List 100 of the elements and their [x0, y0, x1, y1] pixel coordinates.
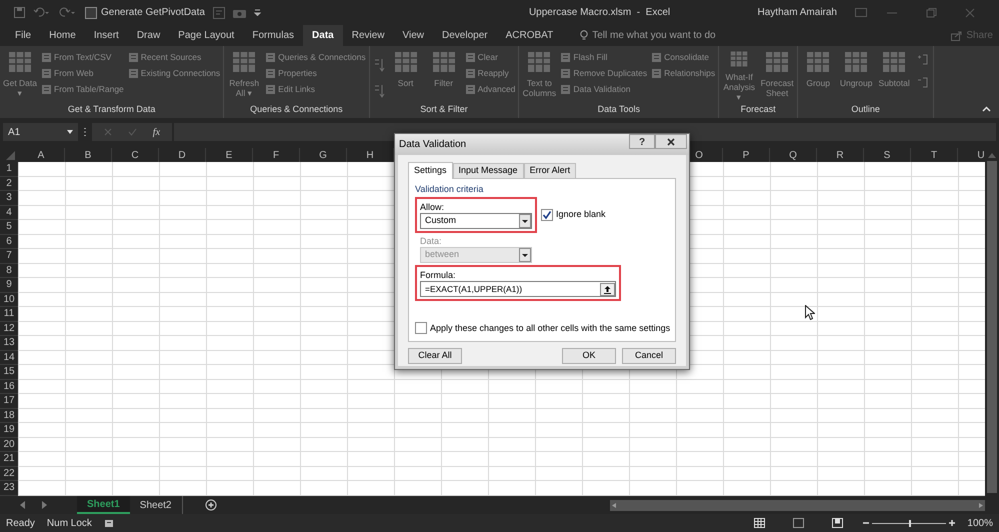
save-icon[interactable]	[14, 7, 25, 18]
ribbon-tab[interactable]: Formulas	[243, 25, 304, 46]
ribbon-button[interactable]: Properties	[265, 67, 366, 79]
ribbon-button[interactable]: Relationships	[651, 67, 716, 79]
ribbon-button[interactable]: Get Data ▾	[1, 46, 39, 102]
ribbon-button[interactable]: Ungroup	[837, 46, 876, 102]
dialog-tab[interactable]: Settings	[408, 162, 453, 179]
ribbon-tab[interactable]: Home	[40, 25, 85, 46]
close-icon	[667, 138, 675, 146]
ribbon-button[interactable]: From Text/CSV	[41, 51, 124, 63]
lightbulb-icon	[580, 30, 588, 41]
table-icon	[526, 50, 552, 74]
ribbon-button[interactable]: Reapply	[464, 67, 516, 79]
ribbon-button[interactable]: Edit Links	[265, 83, 366, 95]
show-detail-icon[interactable]	[917, 54, 928, 65]
page-layout-icon[interactable]	[793, 518, 804, 528]
field-label: Formula:	[420, 269, 457, 281]
dialog-button[interactable]: OK	[562, 348, 616, 364]
ribbon-button[interactable]: Clear	[464, 51, 516, 63]
scroll-right-icon	[979, 502, 983, 508]
checkbox[interactable]	[541, 209, 553, 221]
ribbon-tab[interactable]: ACROBAT	[496, 25, 562, 46]
ribbon-button[interactable]: Flash Fill	[560, 51, 648, 63]
ribbon-button[interactable]: Remove Duplicates	[560, 67, 648, 79]
close-button[interactable]	[655, 134, 687, 149]
ribbon-button[interactable]: Filter	[424, 46, 463, 102]
hide-detail-icon[interactable]	[917, 77, 928, 88]
ribbon-button[interactable]: Consolidate	[651, 51, 716, 63]
ribbon-button[interactable]: Subtotal	[875, 46, 914, 102]
group-label: Get & Transform Data	[66, 103, 156, 116]
group-label: Outline	[850, 103, 881, 116]
zoom-in-icon[interactable]	[949, 520, 956, 526]
ribbon-tab[interactable]: Developer	[433, 25, 497, 46]
dialog-button[interactable]: Clear All	[408, 348, 462, 364]
zoom-slider[interactable]	[872, 520, 946, 526]
checkbox[interactable]	[415, 322, 427, 334]
table-icon	[231, 50, 258, 74]
add-sheet-icon[interactable]	[204, 499, 216, 511]
name-box[interactable]: A1	[3, 123, 78, 141]
redo-icon[interactable]	[59, 7, 77, 18]
sort-descending-icon[interactable]	[372, 84, 385, 98]
customize-icon[interactable]	[254, 9, 261, 16]
dialog-tab[interactable]: Error Alert	[524, 163, 576, 178]
scroll-up-icon[interactable]	[988, 152, 996, 158]
ribbon-button[interactable]: Advanced	[464, 83, 516, 95]
ribbon-button[interactable]: Text to Columns	[520, 46, 558, 102]
zoom-out-icon[interactable]	[863, 520, 870, 526]
ribbon-button[interactable]: Refresh All ▾	[225, 46, 264, 102]
collapse-icon[interactable]	[600, 282, 615, 296]
ribbon-tab[interactable]: View	[394, 25, 434, 46]
vertical-scrollbar[interactable]	[987, 161, 997, 493]
dialog-tab[interactable]: Input Message	[452, 163, 524, 178]
document-icon	[560, 52, 572, 62]
ribbon-tab[interactable]: Insert	[84, 25, 128, 46]
ribbon-button[interactable]: Existing Connections	[128, 67, 220, 79]
ribbon-button[interactable]: Queries & Connections	[265, 51, 366, 63]
checkmark-icon[interactable]	[128, 128, 137, 136]
checkbox[interactable]	[85, 6, 97, 18]
tell-me-field[interactable]: Tell me what you want to do	[580, 25, 716, 46]
macro-icon[interactable]	[104, 518, 114, 528]
dialog-button[interactable]: Cancel	[622, 348, 676, 364]
ribbon-tab[interactable]: Review	[342, 25, 394, 46]
undo-icon[interactable]	[33, 7, 51, 18]
previous-sheet-icon[interactable]	[20, 501, 26, 509]
sheet-tab[interactable]: Sheet1	[77, 496, 130, 514]
ribbon-display-icon[interactable]	[855, 8, 867, 17]
ribbon-button[interactable]: Recent Sources	[128, 51, 220, 63]
ribbon-button[interactable]: Forecast Sheet	[758, 46, 796, 102]
group-label: Forecast	[740, 103, 777, 116]
share-icon	[951, 30, 964, 40]
sort-ascending-icon[interactable]	[372, 58, 385, 72]
ribbon-button[interactable]: What-If Analysis ▾	[720, 46, 758, 102]
ribbon-tab[interactable]: Data	[303, 25, 343, 46]
ribbon-button[interactable]: From Web	[41, 67, 124, 79]
table-icon	[7, 50, 33, 74]
camera-icon[interactable]	[232, 8, 246, 18]
ribbon-button[interactable]: Group	[799, 46, 838, 102]
horizontal-scrollbar[interactable]	[610, 500, 985, 510]
ribbon-button[interactable]: From Table/Range	[41, 83, 124, 95]
ribbon-tab[interactable]: Page Layout	[169, 25, 244, 46]
insert-function-button[interactable]: fx	[152, 124, 160, 140]
normal-view-icon[interactable]	[754, 518, 766, 528]
table-icon	[430, 50, 457, 74]
ribbon-tab[interactable]: File	[6, 25, 40, 46]
next-sheet-icon[interactable]	[41, 501, 47, 509]
slider-thumb[interactable]	[909, 520, 912, 526]
window-title: Uppercase Macro.xlsm - Excel	[528, 6, 670, 20]
document-icon	[651, 68, 662, 78]
zoom-level[interactable]: 100%	[967, 516, 993, 530]
collapse-ribbon-icon[interactable]	[982, 106, 991, 112]
page-break-icon[interactable]	[832, 518, 844, 528]
cancel-icon[interactable]	[104, 128, 112, 136]
help-button[interactable]: ?	[629, 134, 655, 149]
ribbon-button[interactable]: Data Validation	[560, 83, 648, 95]
ribbon-tab[interactable]: Draw	[128, 25, 170, 46]
dropdown-field[interactable]: Custom	[420, 213, 532, 229]
ribbon-button[interactable]: Sort	[386, 46, 425, 102]
formula-field[interactable]: =EXACT(A1,UPPER(A1))	[420, 281, 616, 297]
document-icon	[265, 84, 276, 94]
form-icon[interactable]	[212, 6, 225, 18]
